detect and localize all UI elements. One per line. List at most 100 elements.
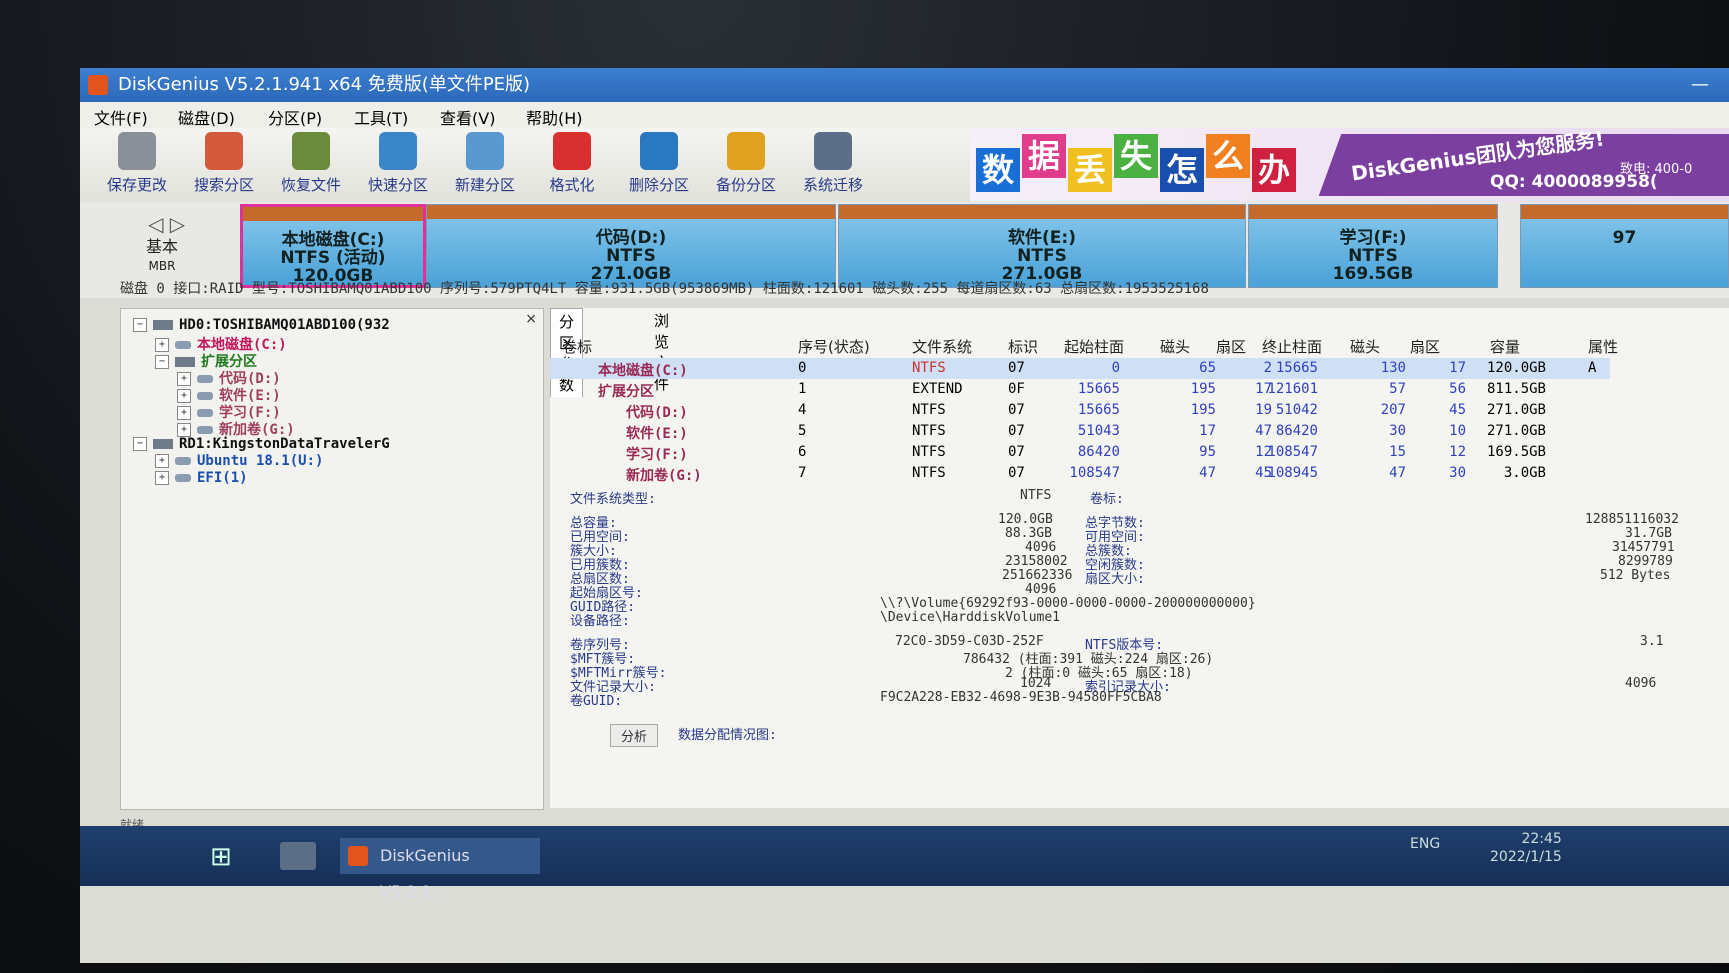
cell-4: 15665: [1077, 402, 1120, 418]
partition-block[interactable]: 97: [1520, 204, 1729, 288]
partition-block[interactable]: 本地磁盘(C:) NTFS (活动) 120.0GB: [240, 204, 426, 288]
cell-3: 07: [1008, 444, 1025, 460]
migrate-icon: [814, 132, 852, 170]
cell-9: 17: [1449, 360, 1466, 376]
partition-panel: 分区参数浏览文件 卷标序号(状态)文件系统标识起始柱面磁头扇区终止柱面磁头扇区容…: [550, 308, 1729, 808]
cell-5: 195: [1190, 402, 1216, 418]
cell-7: 终止柱面: [1262, 338, 1323, 356]
fsinfo-analyze[interactable]: 分析: [610, 724, 659, 747]
table-row[interactable]: 软件(E:) 5 NTFS 07 51043 17 47 86420 30 10 271.0GB: [550, 421, 1610, 442]
taskbar-diskgenius[interactable]: DiskGenius V5.2.1...: [340, 838, 540, 901]
hard-disk-icon: [153, 439, 173, 449]
table-row[interactable]: 本地磁盘(C:) 0 NTFS 07 0 65 2 15665 130 17 120.0GB A: [550, 358, 1610, 379]
expand-icon[interactable]: +: [155, 338, 169, 352]
tree-node[interactable]: − HD0:TOSHIBAMQ01ABD100(932: [133, 317, 390, 333]
menu-item[interactable]: 工具(T): [354, 105, 408, 129]
expand-icon[interactable]: +: [177, 406, 191, 420]
back-arrow-icon[interactable]: ◁: [148, 212, 163, 236]
toolbar-button-label: 保存更改: [106, 176, 167, 194]
toolbar-button-label: 备份分区: [715, 176, 776, 194]
cell-1: 4: [798, 402, 807, 418]
table-row[interactable]: 学习(F:) 6 NTFS 07 86420 95 12 108547 15 12 169.5GB: [550, 442, 1610, 463]
clock-time: 22:45: [1521, 831, 1562, 847]
fsinfo-cluster: 4096: [1025, 540, 1057, 555]
toolbar-button-label: 快速分区: [367, 176, 428, 194]
cell-2: 文件系统: [912, 338, 973, 356]
table-row[interactable]: 代码(D:) 4 NTFS 07 15665 195 19 51042 207 45 271.0GB: [550, 400, 1610, 421]
toolbar-button-label: 删除分区: [628, 176, 689, 194]
toolbar-button[interactable]: 删除分区: [618, 132, 700, 195]
menu-item[interactable]: 分区(P): [268, 105, 322, 129]
toolbar-button[interactable]: 备份分区: [705, 132, 787, 195]
menu-item[interactable]: 磁盘(D): [178, 105, 235, 129]
collapse-icon[interactable]: −: [155, 355, 169, 369]
menu-item[interactable]: 查看(V): [440, 105, 495, 129]
cell-7: 121601: [1267, 381, 1318, 397]
fsinfo-alloc-label: 数据分配情况图:: [678, 728, 777, 743]
toolbar-button-label: 恢复文件: [280, 176, 341, 194]
collapse-icon[interactable]: −: [133, 437, 147, 451]
cell-3: 07: [1008, 423, 1025, 439]
toolbar-button[interactable]: 搜索分区: [183, 132, 265, 195]
expand-icon[interactable]: +: [177, 423, 191, 437]
fsinfo-guid-path: \\?\Volume{69292f93-0000-0000-0000-20000…: [880, 596, 1256, 611]
expand-icon[interactable]: +: [177, 372, 191, 386]
taskbar: ⊞ DiskGenius V5.2.1... ENG 22:45 2022/1/…: [80, 826, 1729, 901]
ad-banner[interactable]: DiskGenius团队为您服务! 致电: 400-0 QQ: 40000899…: [970, 128, 1729, 202]
partition-icon: [175, 457, 191, 465]
fsinfo-fs-type: NTFS: [1020, 488, 1052, 503]
cell-2: NTFS: [912, 360, 946, 376]
cell-2: NTFS: [912, 402, 946, 418]
menu-item[interactable]: 帮助(H): [526, 105, 583, 129]
partition-block[interactable]: 软件(E:) NTFS 271.0GB: [838, 204, 1246, 288]
partition-block[interactable]: 代码(D:) NTFS 271.0GB: [426, 204, 836, 288]
menu-item[interactable]: 文件(F): [94, 105, 148, 129]
window-title: DiskGenius V5.2.1.941 x64 免费版(单文件PE版): [118, 74, 531, 95]
expand-icon[interactable]: +: [155, 471, 169, 485]
tree-node[interactable]: + EFI(1): [155, 470, 248, 486]
close-icon[interactable]: ×: [525, 311, 537, 327]
fsinfo-total-sectors: 251662336: [1002, 568, 1073, 583]
cell-6: 2: [1263, 360, 1272, 376]
toolbar-button[interactable]: 系统迁移: [792, 132, 874, 195]
expand-icon[interactable]: +: [155, 454, 169, 468]
cell-9: 56: [1449, 381, 1466, 397]
partition-icon: [175, 357, 195, 367]
table-row[interactable]: 新加卷(G:) 7 NTFS 07 108547 47 45 108945 47 30 3.0GB: [550, 463, 1610, 484]
new-partition-icon: [466, 132, 504, 170]
clock[interactable]: 22:45 2022/1/15: [1490, 830, 1562, 866]
banner-tile: 怎: [1160, 148, 1204, 192]
toolbar-button[interactable]: 快速分区: [357, 132, 439, 195]
file-explorer-icon[interactable]: [280, 842, 316, 870]
table-row[interactable]: 扩展分区 1 EXTEND 0F 15665 195 17 121601 57 56 811.5GB: [550, 379, 1610, 400]
forward-arrow-icon[interactable]: ▷: [170, 212, 185, 236]
tree-node[interactable]: + Ubuntu 18.1(U:): [155, 453, 323, 469]
toolbar-button[interactable]: 格式化: [531, 132, 613, 195]
cell-1: 5: [798, 423, 807, 439]
expand-icon[interactable]: +: [177, 389, 191, 403]
banner-tile: 办: [1252, 148, 1296, 192]
toolbar-button-label: 新建分区: [454, 176, 515, 194]
partition-fs: NTFS (活动): [280, 248, 386, 268]
input-language[interactable]: ENG: [1410, 836, 1440, 852]
cell-4: 15665: [1077, 381, 1120, 397]
cell-10: 120.0GB: [1486, 360, 1546, 376]
cell-11: 属性: [1588, 338, 1619, 356]
toolbar-button[interactable]: 保存更改: [96, 132, 178, 195]
title-bar: DiskGenius V5.2.1.941 x64 免费版(单文件PE版) —: [80, 68, 1729, 102]
cell-6: 47: [1255, 423, 1272, 439]
collapse-icon[interactable]: −: [133, 318, 147, 332]
cell-8: 130: [1380, 360, 1406, 376]
clock-date: 2022/1/15: [1490, 849, 1562, 865]
fsinfo-used-clusters: 23158002: [1005, 554, 1068, 569]
windows-start-icon[interactable]: ⊞: [210, 842, 242, 872]
diskgenius-task-icon: [348, 846, 368, 866]
trash-icon: [640, 132, 678, 170]
partition-fs: NTFS: [1017, 246, 1067, 266]
partition-block[interactable]: 学习(F:) NTFS 169.5GB: [1248, 204, 1498, 288]
toolbar-button[interactable]: 新建分区: [444, 132, 526, 195]
cell-5: 195: [1190, 381, 1216, 397]
toolbar-button[interactable]: 恢复文件: [270, 132, 352, 195]
tree-node[interactable]: − RD1:KingstonDataTravelerG: [133, 436, 390, 452]
minimize-button[interactable]: —: [1685, 68, 1715, 102]
